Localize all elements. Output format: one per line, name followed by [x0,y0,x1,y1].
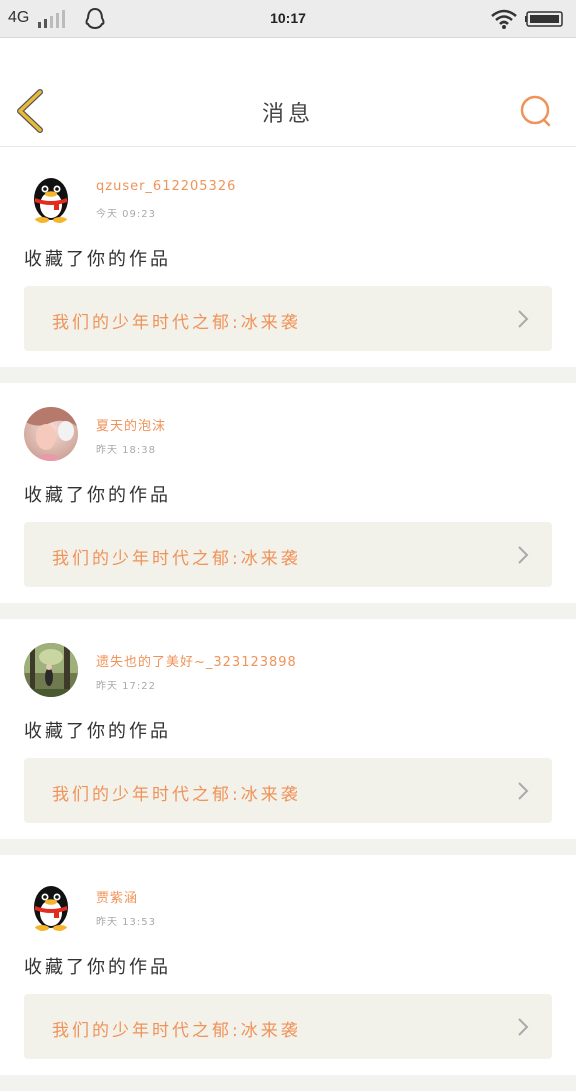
qq-penguin-avatar [24,879,78,933]
work-title: 我们的少年时代之郁:冰来袭 [52,785,301,805]
work-link[interactable]: 我们的少年时代之郁:冰来袭 [24,994,552,1059]
timestamp: 昨天 13:53 [96,917,156,928]
message-list: qzuser_612205326 今天 09:23 收藏了你的作品 我们的少年时… [0,147,576,1091]
qq-penguin-avatar [24,171,78,225]
message-item: qzuser_612205326 今天 09:23 收藏了你的作品 我们的少年时… [0,147,576,383]
work-title: 我们的少年时代之郁:冰来袭 [52,1021,301,1041]
work-title: 我们的少年时代之郁:冰来袭 [52,313,301,333]
photo-avatar-forest [24,643,78,697]
chevron-right-icon [518,1018,529,1036]
avatar[interactable] [24,643,78,697]
action-text: 收藏了你的作品 [24,957,171,978]
chevron-right-icon [518,310,529,328]
timestamp: 今天 09:23 [96,209,156,220]
message-item: 贾紫涵 昨天 13:53 收藏了你的作品 我们的少年时代之郁:冰来袭 [0,855,576,1091]
work-link[interactable]: 我们的少年时代之郁:冰来袭 [24,758,552,823]
message-item: 夏天的泡沫 昨天 18:38 收藏了你的作品 我们的少年时代之郁:冰来袭 [0,383,576,619]
action-text: 收藏了你的作品 [24,721,171,742]
action-text: 收藏了你的作品 [24,485,171,506]
work-link[interactable]: 我们的少年时代之郁:冰来袭 [24,522,552,587]
avatar[interactable] [24,171,78,225]
timestamp: 昨天 17:22 [96,681,156,692]
timestamp: 昨天 18:38 [96,445,156,456]
username[interactable]: 遗失也的了美好~_323123898 [96,651,297,670]
page-title: 消息 [261,102,314,127]
search-icon[interactable] [518,93,554,129]
chevron-right-icon [518,546,529,564]
status-bar: 4G 10:17 [0,0,576,38]
chevron-right-icon [518,782,529,800]
username[interactable]: 夏天的泡沫 [96,415,166,434]
header: 消息 [0,38,576,147]
username[interactable]: 贾紫涵 [96,887,138,906]
avatar[interactable] [24,879,78,933]
battery-icon [525,11,563,27]
work-title: 我们的少年时代之郁:冰来袭 [52,549,301,569]
avatar[interactable] [24,407,78,461]
work-link[interactable]: 我们的少年时代之郁:冰来袭 [24,286,552,351]
action-text: 收藏了你的作品 [24,249,171,270]
username[interactable]: qzuser_612205326 [96,179,236,194]
photo-avatar-girl [24,407,78,461]
wifi-icon [491,9,517,29]
message-item: 遗失也的了美好~_323123898 昨天 17:22 收藏了你的作品 我们的少… [0,619,576,855]
